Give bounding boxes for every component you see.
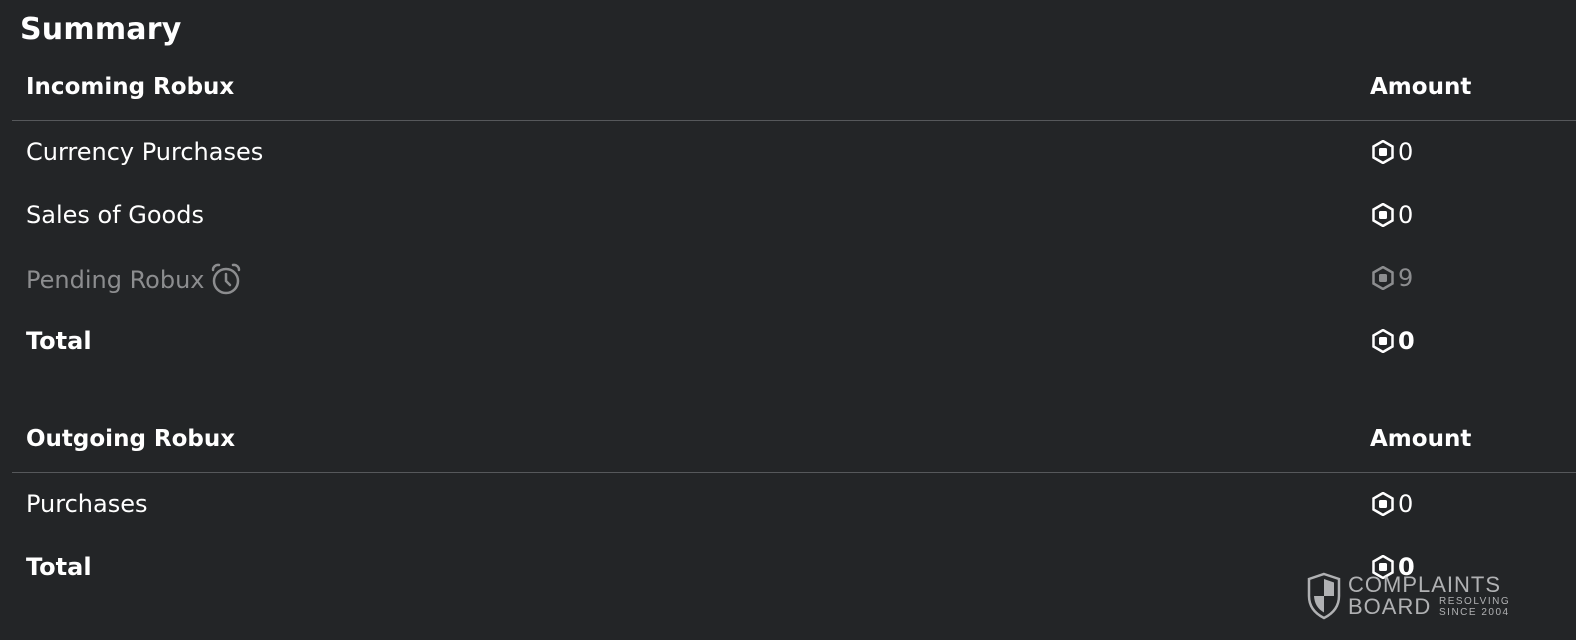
row-label: Total xyxy=(26,553,92,581)
row-amount: 0 xyxy=(1372,138,1413,166)
robux-icon xyxy=(1372,203,1394,227)
pending-robux-row: Pending Robux 9 xyxy=(12,247,1576,310)
incoming-amount-header: Amount xyxy=(1370,74,1472,100)
shield-icon xyxy=(1306,572,1342,620)
row-amount: 9 xyxy=(1372,264,1413,292)
row-amount: 0 xyxy=(1372,201,1413,229)
amount-value: 0 xyxy=(1398,327,1415,355)
clock-icon[interactable] xyxy=(209,262,243,296)
row-label: Sales of Goods xyxy=(26,201,204,229)
row-label: Total xyxy=(26,327,92,355)
row-amount: 0 xyxy=(1372,327,1415,355)
outgoing-amount-header: Amount xyxy=(1370,426,1472,452)
incoming-total-row: Total 0 xyxy=(12,310,1576,376)
amount-value: 0 xyxy=(1398,201,1414,229)
incoming-header: Incoming Robux Amount xyxy=(12,68,1576,121)
sales-of-goods-row: Sales of Goods 0 xyxy=(12,184,1576,247)
row-label: Purchases xyxy=(26,490,148,518)
purchases-row: Purchases 0 xyxy=(12,473,1576,536)
pending-robux-label: Pending Robux xyxy=(26,266,205,294)
page-title: Summary xyxy=(20,12,182,47)
watermark-tagline-2: SINCE 2004 xyxy=(1439,607,1510,618)
robux-icon xyxy=(1372,492,1394,516)
watermark-tagline-1: RESOLVING xyxy=(1439,596,1511,607)
complaints-board-watermark: COMPLAINTS BOARD RESOLVING SINCE 2004 xyxy=(1306,572,1526,622)
amount-value: 0 xyxy=(1398,490,1414,518)
outgoing-header: Outgoing Robux Amount xyxy=(12,420,1576,473)
incoming-robux-section: Incoming Robux Amount Currency Purchases… xyxy=(12,68,1576,376)
row-label: Pending Robux xyxy=(26,262,243,296)
robux-icon xyxy=(1372,140,1394,164)
row-amount: 0 xyxy=(1372,490,1413,518)
robux-icon xyxy=(1372,329,1394,353)
outgoing-header-label: Outgoing Robux xyxy=(26,426,236,452)
amount-value: 9 xyxy=(1398,264,1414,292)
watermark-line2: BOARD xyxy=(1348,594,1432,619)
currency-purchases-row: Currency Purchases 0 xyxy=(12,121,1576,184)
amount-value: 0 xyxy=(1398,138,1414,166)
robux-icon xyxy=(1372,266,1394,290)
row-label: Currency Purchases xyxy=(26,138,264,166)
incoming-header-label: Incoming Robux xyxy=(26,74,235,100)
